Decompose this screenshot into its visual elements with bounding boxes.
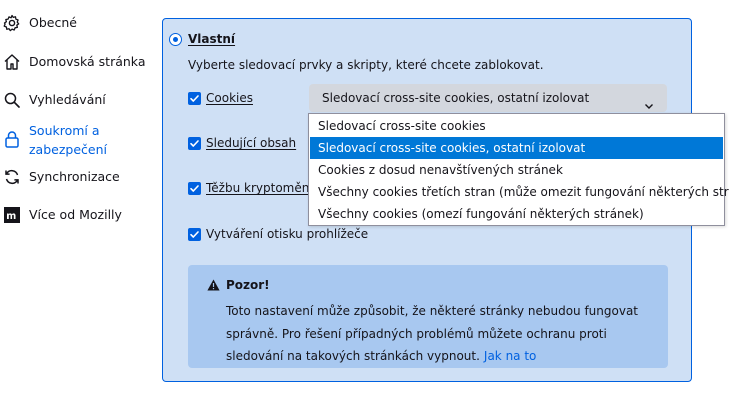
sidebar-item-label: Domovská stránka: [29, 54, 146, 69]
sidebar-item-label-line2: zabezpečení: [29, 142, 107, 157]
dropdown-option[interactable]: Cookies z dosud nenavštívených stránek: [310, 159, 723, 181]
sidebar-item-label: Obecné: [29, 15, 77, 30]
custom-radio[interactable]: [169, 33, 182, 46]
sidebar-item-label: Synchronizace: [29, 169, 120, 184]
sidebar-item-label: Vyhledávání: [29, 92, 106, 107]
search-icon: [3, 91, 21, 109]
lock-icon: [3, 130, 21, 148]
sidebar-item-privacy[interactable]: Soukromí a zabezpečení: [0, 121, 150, 161]
dropdown-option[interactable]: Sledovací cross-site cookies: [310, 115, 723, 137]
cookies-checkbox[interactable]: [188, 92, 201, 105]
learn-more-link[interactable]: Jak na to: [484, 349, 536, 363]
custom-radio-label[interactable]: Vlastní: [188, 32, 235, 46]
fingerprinting-checkbox[interactable]: [188, 228, 201, 241]
fingerprinting-label[interactable]: Vytváření otisku prohlížeče: [206, 227, 368, 241]
cookies-select[interactable]: Sledovací cross-site cookies, ostatní iz…: [309, 84, 667, 112]
sidebar-item-search[interactable]: Vyhledávání: [0, 90, 150, 110]
dropdown-option[interactable]: Všechny cookies (omezí fungování některý…: [310, 203, 723, 225]
cookies-select-value: Sledovací cross-site cookies, ostatní iz…: [322, 91, 590, 105]
warning-body: Toto nastavení může způsobit, že některé…: [226, 300, 656, 368]
custom-description: Vyberte sledovací prvky a skripty, které…: [188, 58, 544, 72]
dropdown-option[interactable]: Všechny cookies třetích stran (může omez…: [310, 181, 729, 203]
tracking-content-checkbox[interactable]: [188, 137, 201, 150]
home-icon: [3, 53, 21, 71]
tracking-content-label[interactable]: Sledující obsah: [206, 136, 296, 150]
cryptominers-label[interactable]: Těžbu kryptoměn: [206, 181, 309, 195]
cookies-dropdown-list: Sledovací cross-site cookies Sledovací c…: [308, 113, 729, 226]
sidebar-item-more-from-mozilla[interactable]: Více od Mozilly: [0, 205, 150, 225]
mozilla-icon: [3, 206, 21, 224]
gear-icon: [3, 14, 21, 32]
dropdown-option-selected[interactable]: Sledovací cross-site cookies, ostatní iz…: [310, 137, 723, 159]
warning-title: Pozor!: [226, 278, 270, 292]
sidebar-item-label-line1: Soukromí a: [29, 123, 100, 138]
sidebar-item-home[interactable]: Domovská stránka: [0, 52, 150, 72]
sidebar-item-general[interactable]: Obecné: [0, 13, 150, 33]
sidebar-item-sync[interactable]: Synchronizace: [0, 167, 150, 187]
warning-icon: [207, 279, 220, 294]
warning-text: Toto nastavení může způsobit, že některé…: [226, 304, 639, 363]
cryptominers-checkbox[interactable]: [188, 182, 201, 195]
cookies-label[interactable]: Cookies: [206, 91, 253, 105]
sync-icon: [3, 168, 21, 186]
sidebar-item-label: Více od Mozilly: [29, 207, 122, 222]
